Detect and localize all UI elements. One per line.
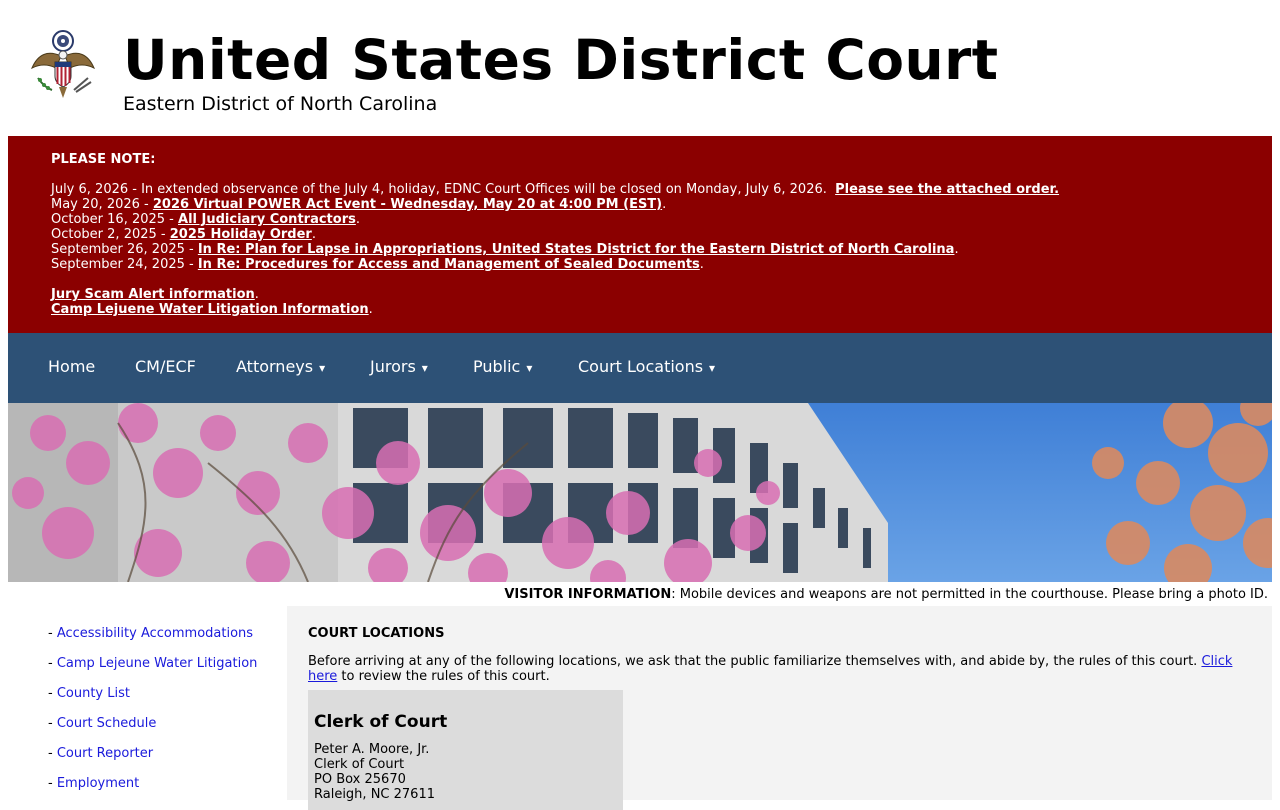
nav-label: CM/ECF (135, 357, 196, 376)
sidebar-item-accessibility: - Accessibility Accommodations (48, 626, 283, 656)
sidebar-item-court-reporter: - Court Reporter (48, 746, 283, 776)
notice-item-suffix: . (355, 212, 360, 227)
nav-attorneys[interactable]: Attorneys ▾ (236, 357, 325, 378)
notice-extra-item: Camp Lejuene Water Litigation Informatio… (51, 302, 1272, 317)
sidebar-item-employment: - Employment (48, 776, 283, 806)
sidebar-link[interactable]: Camp Lejeune Water Litigation (57, 656, 258, 671)
visitor-information: VISITOR INFORMATION: Mobile devices and … (504, 587, 1268, 603)
intro-suffix: to review the rules of this court. (337, 669, 550, 684)
main-content: COURT LOCATIONS Before arriving at any o… (287, 606, 1272, 810)
nav-label: Home (48, 357, 96, 376)
nav-label: Public (473, 357, 521, 376)
notice-item-link[interactable]: All Judiciary Contractors (178, 212, 356, 227)
camp-lejeune-link[interactable]: Camp Lejuene Water Litigation Informatio… (51, 302, 369, 317)
sidebar-dash: - (48, 686, 57, 701)
sidebar-link[interactable]: County List (57, 686, 130, 701)
chevron-down-icon: ▾ (319, 361, 326, 375)
nav-cmecf[interactable]: CM/ECF (135, 357, 196, 377)
visitor-text: : Mobile devices and weapons are not per… (671, 587, 1268, 602)
notice-item-link[interactable]: 2025 Holiday Order (170, 227, 312, 242)
site-title[interactable]: United States District Court (123, 28, 999, 92)
notice-item: October 16, 2025 - All Judiciary Contrac… (51, 212, 1272, 227)
notice-item: October 2, 2025 - 2025 Holiday Order. (51, 227, 1272, 242)
notice-item-date: July 6, 2026 - In extended observance of… (51, 182, 836, 197)
nav-label: Attorneys (236, 357, 314, 376)
sidebar-link[interactable]: Employment (57, 776, 139, 791)
site-subtitle: Eastern District of North Carolina (123, 93, 438, 115)
sidebar-dash: - (48, 746, 57, 761)
sidebar-link[interactable]: Court Reporter (57, 746, 153, 761)
card-body: Peter A. Moore, Jr. Clerk of Court PO Bo… (314, 742, 623, 802)
notice-item: May 20, 2026 - 2026 Virtual POWER Act Ev… (51, 197, 1272, 212)
nav-court-locations[interactable]: Court Locations ▾ (578, 357, 715, 378)
notice-banner: PLEASE NOTE: July 6, 2026 - In extended … (8, 136, 1272, 333)
sidebar-item-county-list: - County List (48, 686, 283, 716)
notice-item-link[interactable]: Please see the attached order. (835, 182, 1059, 197)
notice-item: September 24, 2025 - In Re: Procedures f… (51, 257, 1272, 272)
notice-item-link[interactable]: In Re: Procedures for Access and Managem… (198, 257, 700, 272)
chevron-down-icon: ▾ (709, 361, 716, 375)
notice-item-date: October 16, 2025 - (51, 212, 179, 227)
card-line: PO Box 25670 (314, 772, 406, 787)
great-seal-icon[interactable] (28, 28, 98, 100)
notice-item-suffix: . (311, 227, 316, 242)
notice-item-suffix: . (662, 197, 667, 212)
notice-item-date: May 20, 2026 - (51, 197, 153, 212)
notice-item-suffix: . (368, 302, 373, 317)
sidebar-dash: - (48, 776, 57, 791)
sidebar-dash: - (48, 626, 57, 641)
sidebar-link[interactable]: Court Schedule (57, 716, 157, 731)
sidebar-item-court-schedule: - Court Schedule (48, 716, 283, 746)
notice-heading: PLEASE NOTE: (51, 152, 156, 167)
jury-scam-alert-link[interactable]: Jury Scam Alert information (51, 287, 255, 302)
sidebar-link[interactable]: Accessibility Accommodations (57, 626, 253, 641)
notice-item-link[interactable]: In Re: Plan for Lapse in Appropriations,… (198, 242, 955, 257)
notice-item-date: October 2, 2025 - (51, 227, 170, 242)
notice-item: September 26, 2025 - In Re: Plan for Lap… (51, 242, 1272, 257)
notice-item-date: September 24, 2025 - (51, 257, 198, 272)
notice-item-date: September 26, 2025 - (51, 242, 198, 257)
intro-text: Before arriving at any of the following … (308, 654, 1202, 669)
visitor-label: VISITOR INFORMATION (504, 587, 672, 602)
sidebar: - Accessibility Accommodations - Camp Le… (48, 626, 283, 806)
clerk-of-court-card: Clerk of Court Peter A. Moore, Jr. Clerk… (308, 690, 623, 810)
main-nav: Home CM/ECF Attorneys ▾ Jurors ▾ Public ▾ C… (8, 333, 1272, 403)
notice-item-link[interactable]: 2026 Virtual POWER Act Event - Wednesday… (153, 197, 662, 212)
courthouse-banner-image (8, 403, 1272, 582)
sidebar-item-camp-lejeune: - Camp Lejeune Water Litigation (48, 656, 283, 686)
card-line: Peter A. Moore, Jr. (314, 742, 430, 757)
notice-item-suffix: . (699, 257, 704, 272)
nav-label: Court Locations (578, 357, 704, 376)
nav-label: Jurors (370, 357, 416, 376)
notice-extra-item: Jury Scam Alert information. (51, 287, 1272, 302)
nav-home[interactable]: Home (48, 357, 95, 377)
card-title: Clerk of Court (314, 712, 448, 732)
content-intro: Before arriving at any of the following … (308, 654, 1238, 684)
chevron-down-icon: ▾ (526, 361, 533, 375)
notice-item: July 6, 2026 - In extended observance of… (51, 182, 1272, 197)
sidebar-dash: - (48, 656, 57, 671)
page-title: COURT LOCATIONS (308, 626, 445, 641)
card-line: Clerk of Court (314, 757, 405, 772)
site-header: United States District Court Eastern Dis… (0, 0, 1280, 136)
sidebar-dash: - (48, 716, 57, 731)
notice-item-suffix: . (254, 287, 259, 302)
nav-jurors[interactable]: Jurors ▾ (370, 357, 428, 378)
chevron-down-icon: ▾ (421, 361, 428, 375)
notice-item-suffix: . (954, 242, 959, 257)
nav-public[interactable]: Public ▾ (473, 357, 532, 378)
